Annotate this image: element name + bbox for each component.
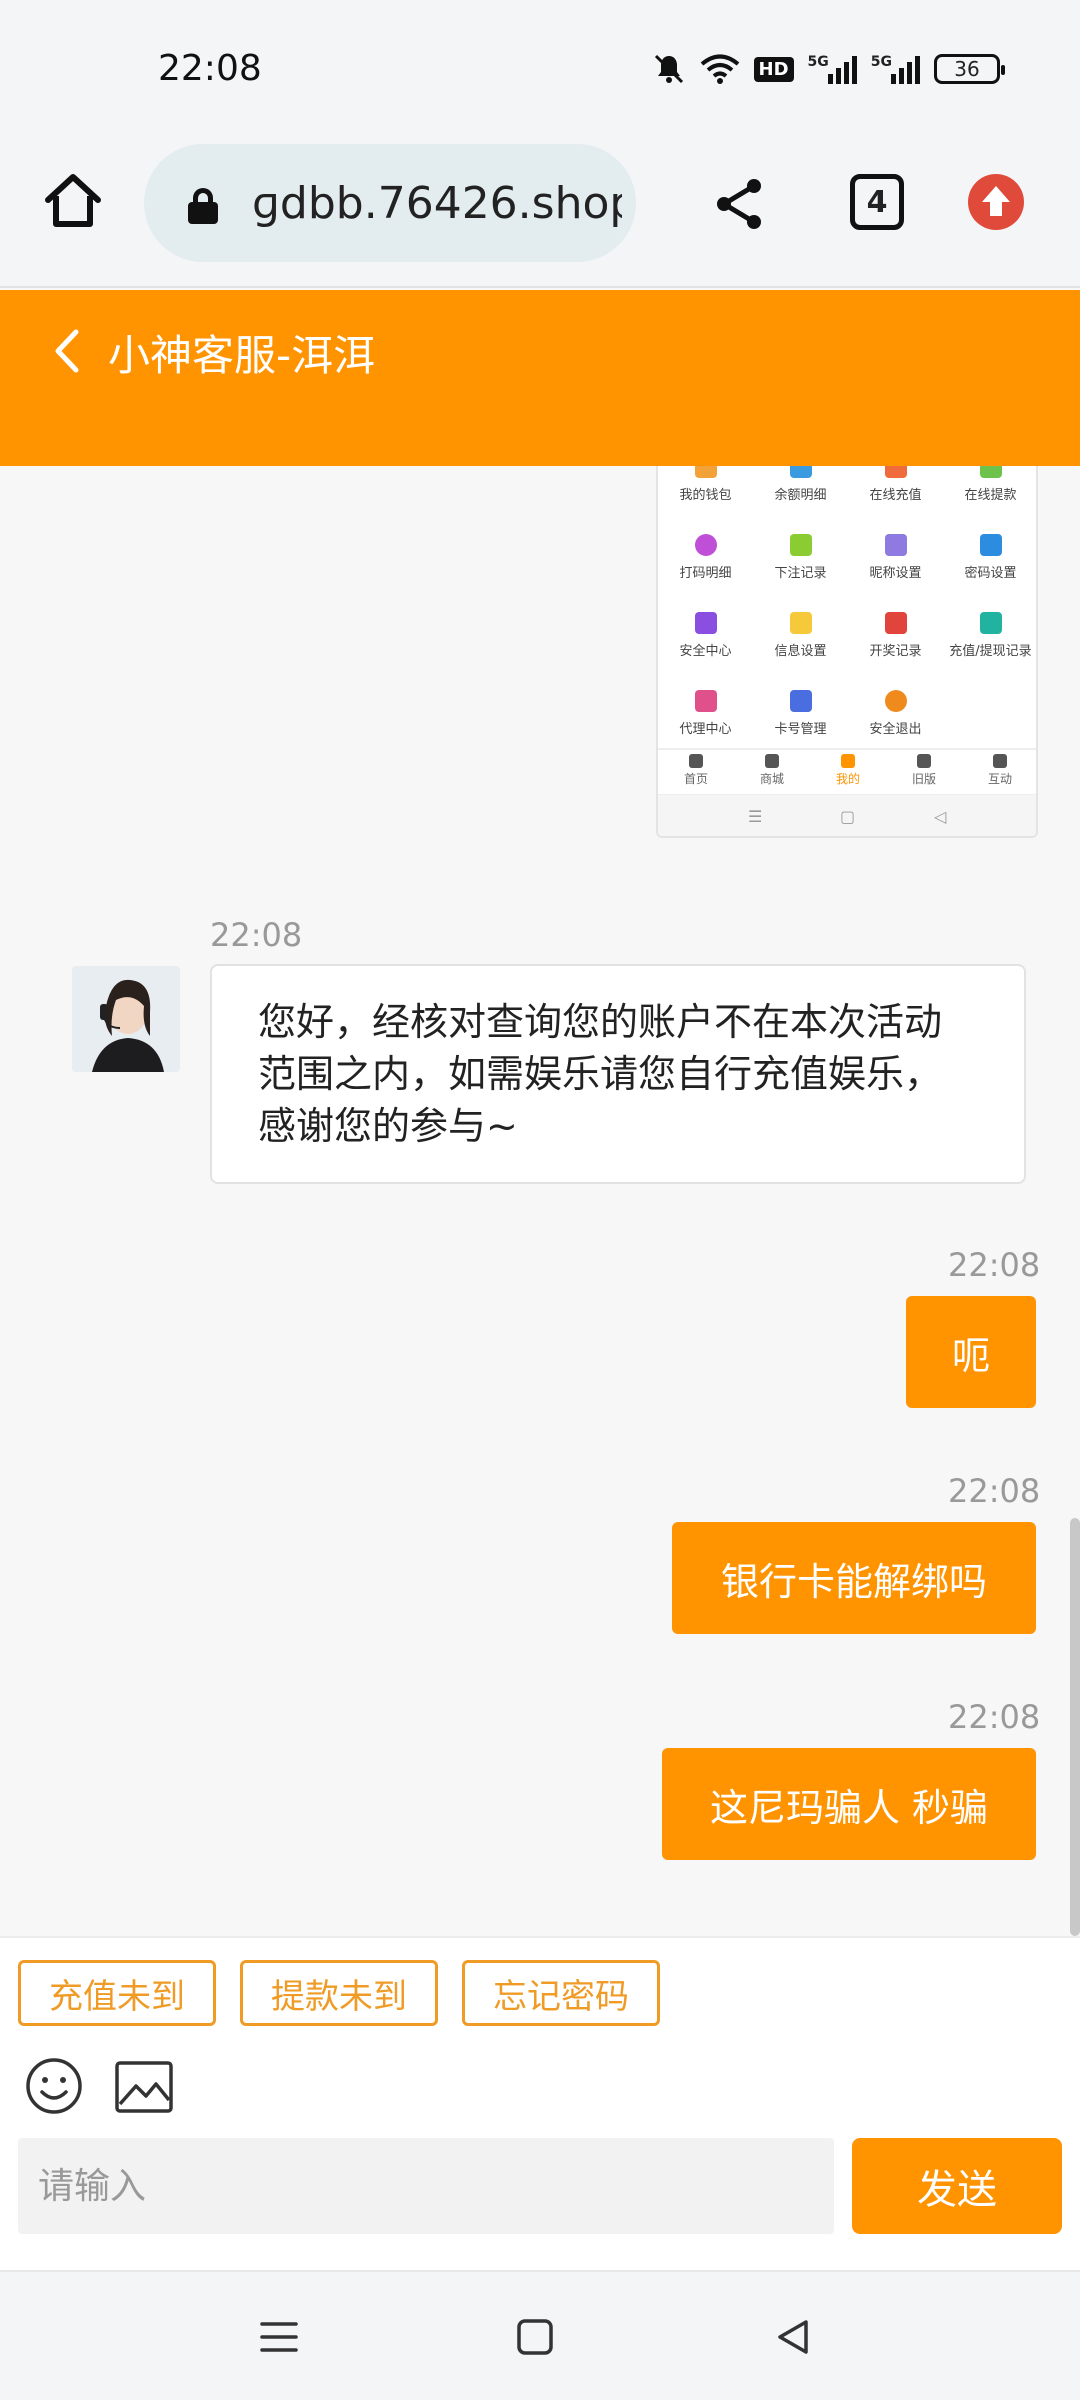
user-icon xyxy=(841,754,855,768)
bar-chart-icon xyxy=(979,612,1002,634)
back-triangle-icon: ◁ xyxy=(934,807,947,826)
message-timestamp: 22:08 xyxy=(948,1698,1041,1736)
tab-count: 4 xyxy=(866,184,888,220)
status-bar: 22:08 HD 5G 5G 36 xyxy=(0,0,1080,140)
url-text[interactable]: ɡdbb.76426.shop xyxy=(252,178,622,229)
withdraw-icon xyxy=(979,466,1002,478)
wifi-icon xyxy=(700,54,739,84)
chat-header: 小神客服-洱洱 xyxy=(0,290,1080,466)
message-input[interactable] xyxy=(18,2138,834,2234)
edit-icon xyxy=(884,534,907,556)
screenshot-nav-item: 旧版 xyxy=(886,754,962,787)
screenshot-grid-row: 打码明细 下注记录 昵称设置 密码设置 xyxy=(658,526,1036,606)
recharge-icon xyxy=(884,466,907,478)
mail-icon xyxy=(789,612,812,634)
screenshot-menu-item: 安全中心 xyxy=(658,604,753,684)
outgoing-message-bubble: 银行卡能解绑吗 xyxy=(672,1522,1036,1634)
hash-icon xyxy=(993,754,1007,768)
update-icon[interactable] xyxy=(968,174,1024,230)
incoming-message-bubble: 您好，经核对查询您的账户不在本次活动范围之内，如需娱乐请您自行充值娱乐，感谢您的… xyxy=(210,964,1026,1184)
menu-icon: ☰ xyxy=(748,807,763,826)
screenshot-nav-item: 首页 xyxy=(658,754,734,787)
screenshot-menu-item: 在线充值 xyxy=(848,466,943,528)
screenshot-system-nav: ☰ ▢ ◁ xyxy=(658,794,1036,836)
image-icon[interactable] xyxy=(114,2060,174,2114)
scrollbar[interactable] xyxy=(1070,1518,1080,1936)
signal-icon: 5G xyxy=(808,54,857,84)
screenshot-tab-bar: 首页 商城 我的 旧版 互动 xyxy=(658,748,1036,794)
battery-level: 36 xyxy=(954,57,980,81)
shield-icon xyxy=(694,612,717,634)
screenshot-nav-item: 商城 xyxy=(734,754,810,787)
screenshot-menu-item: 下注记录 xyxy=(753,526,848,606)
chat-input-panel: 充值未到 提款未到 忘记密码 发送 xyxy=(0,1936,1080,2270)
system-navigation-bar xyxy=(0,2270,1080,2400)
chevron-left-icon[interactable] xyxy=(48,326,84,376)
emoji-icon[interactable] xyxy=(24,2056,84,2116)
hd-icon: HD xyxy=(753,56,794,82)
screenshot-menu-item: 我的钱包 xyxy=(658,466,753,528)
home-square-icon: ▢ xyxy=(840,807,856,826)
screenshot-menu-item: 信息设置 xyxy=(753,604,848,684)
quick-reply-button[interactable]: 充值未到 xyxy=(18,1960,216,2026)
agent-avatar-image xyxy=(72,966,180,1072)
trend-icon xyxy=(884,612,907,634)
card-icon xyxy=(789,690,812,712)
avatar xyxy=(72,966,180,1072)
tabs-button[interactable]: 4 xyxy=(850,174,904,230)
list-icon xyxy=(789,534,812,556)
message-timestamp: 22:08 xyxy=(210,916,303,954)
screenshot-menu-item: 在线提款 xyxy=(943,466,1036,528)
browser-toolbar: ɡdbb.76426.shop 4 xyxy=(0,140,1080,288)
chat-messages[interactable]: 我的钱包 余额明细 在线充值 在线提款 打码明细 下注记录 昵称设置 密码设置 … xyxy=(0,466,1080,1936)
screenshot-menu-item: 充值/提现记录 xyxy=(943,604,1036,684)
quick-reply-button[interactable]: 提款未到 xyxy=(240,1960,438,2026)
status-icons: HD 5G 5G 36 xyxy=(652,52,1005,86)
message-timestamp: 22:08 xyxy=(948,1246,1041,1284)
message-timestamp: 22:08 xyxy=(948,1472,1041,1510)
screenshot-menu-item: 打码明细 xyxy=(658,526,753,606)
add-user-icon xyxy=(694,690,717,712)
screenshot-grid-row: 安全中心 信息设置 开奖记录 充值/提现记录 xyxy=(658,604,1036,684)
back-triangle-icon[interactable] xyxy=(768,2312,818,2362)
image-message[interactable]: 我的钱包 余额明细 在线充值 在线提款 打码明细 下注记录 昵称设置 密码设置 … xyxy=(656,466,1038,838)
screenshot-menu-item: 余额明细 xyxy=(753,466,848,528)
screenshot-menu-item: 密码设置 xyxy=(943,526,1036,606)
back-icon xyxy=(917,754,931,768)
address-bar[interactable]: ɡdbb.76426.shop xyxy=(144,144,636,262)
lock-icon xyxy=(979,534,1002,556)
home-square-icon[interactable] xyxy=(510,2312,560,2362)
lock-icon xyxy=(188,188,218,224)
home-icon[interactable] xyxy=(42,170,104,232)
screenshot-nav-item: 我的 xyxy=(810,754,886,787)
send-button[interactable]: 发送 xyxy=(852,2138,1062,2234)
share-icon[interactable] xyxy=(712,176,768,232)
screenshot-grid-row: 我的钱包 余额明细 在线充值 在线提款 xyxy=(658,466,1036,528)
quick-reply-button[interactable]: 忘记密码 xyxy=(462,1960,660,2026)
cart-icon xyxy=(765,754,779,768)
screenshot-menu-item: 昵称设置 xyxy=(848,526,943,606)
screenshot-nav-item: 互动 xyxy=(962,754,1036,787)
signal-icon: 5G xyxy=(871,54,920,84)
screenshot-menu-item: 开奖记录 xyxy=(848,604,943,684)
outgoing-message-bubble: 呃 xyxy=(906,1296,1036,1408)
menu-icon[interactable] xyxy=(254,2312,304,2362)
status-time: 22:08 xyxy=(158,48,262,89)
wallet-icon xyxy=(694,466,717,478)
outgoing-message-bubble: 这尼玛骗人 秒骗 xyxy=(662,1748,1036,1860)
balance-icon xyxy=(789,466,812,478)
pie-icon xyxy=(694,534,717,556)
chat-title: 小神客服-洱洱 xyxy=(108,331,376,380)
mute-icon xyxy=(654,54,683,84)
battery-icon: 36 xyxy=(934,54,1005,84)
power-icon xyxy=(884,690,907,712)
home-icon xyxy=(689,754,703,768)
